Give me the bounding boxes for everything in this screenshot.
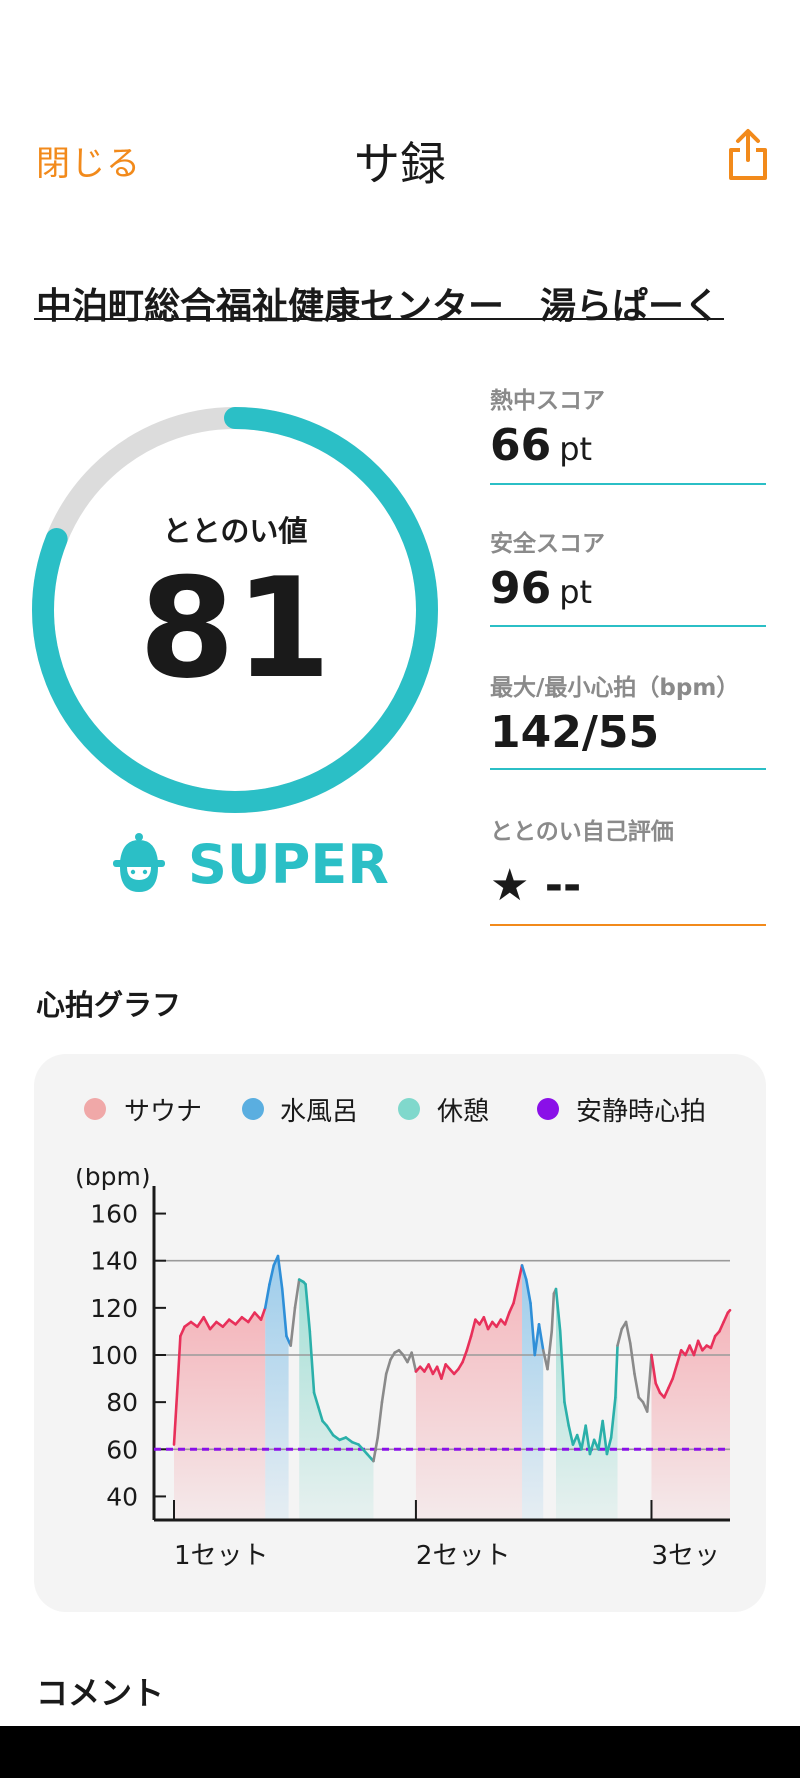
safety-score-number: 96 — [490, 563, 552, 614]
y-tick-label-160: 160 — [90, 1200, 138, 1229]
heat-score-divider — [490, 483, 766, 485]
hr-segment-22 — [289, 1306, 297, 1347]
sauna-hat-face-icon — [113, 833, 165, 892]
legend-cold-bath-label: 水風呂 — [280, 1097, 359, 1127]
page-title: サ録 — [354, 137, 446, 191]
hr-segment-99 — [616, 1327, 624, 1347]
legend-rest-dot — [398, 1098, 420, 1120]
facility-underline — [34, 318, 724, 320]
phase-band-cold — [522, 1265, 544, 1520]
share-icon[interactable] — [726, 128, 770, 182]
system-navigation-bar — [0, 1726, 800, 1778]
totonoi-label: ととのい値 — [162, 514, 308, 548]
comment-section-title: コメント — [36, 1674, 165, 1712]
totonoi-level-label: SUPER — [188, 833, 389, 896]
heart-rate-graph-title: 心拍グラフ — [36, 988, 182, 1022]
phase-band-rest — [299, 1279, 374, 1520]
heart-rate-chart: 40 60 80 100 120 140 160 (bpm) 1セット 2セット 3セッ — [75, 1168, 732, 1571]
x-tick-label-2: 3セッ — [651, 1541, 720, 1571]
heart-rate-label: 最大/最小心拍（bpm） — [490, 675, 740, 701]
self-rating-value[interactable]: ★ -- — [490, 860, 581, 911]
hr-segment-43 — [384, 1358, 392, 1376]
y-tick-label-100: 100 — [90, 1341, 138, 1370]
hr-segment-102 — [628, 1341, 636, 1376]
hr-segment-125 — [726, 1308, 732, 1314]
phase-band-sauna — [415, 1265, 523, 1520]
self-rating-label: ととのい自己評価 — [490, 819, 674, 845]
heat-score-value: 66 pt — [490, 420, 592, 471]
totonoi-value: 81 — [138, 548, 332, 709]
hr-segment-82 — [550, 1292, 556, 1333]
legend-resting-hr-dot — [537, 1098, 559, 1120]
legend-resting-hr-label: 安静時心拍 — [576, 1097, 707, 1127]
safety-score-label: 安全スコア — [490, 531, 605, 557]
hr-segment-106 — [645, 1353, 653, 1413]
heart-rate-divider — [490, 768, 766, 770]
y-axis-label: (bpm) — [75, 1168, 151, 1191]
phase-band-sauna — [651, 1310, 730, 1520]
heart-rate-value: 142/55 — [490, 707, 659, 758]
hr-segment-101 — [624, 1320, 632, 1345]
heat-score-unit: pt — [559, 430, 593, 468]
legend-sauna-dot — [84, 1098, 106, 1120]
safety-score-unit: pt — [559, 573, 593, 611]
hr-segment-41 — [376, 1400, 384, 1439]
hr-segment-23 — [293, 1278, 301, 1310]
y-tick-label-60: 60 — [106, 1435, 138, 1464]
x-tick-label-0: 1セット — [174, 1541, 269, 1571]
safety-score-value: 96 pt — [490, 563, 592, 614]
y-tick-label-80: 80 — [106, 1388, 138, 1417]
hr-segment-42 — [380, 1372, 388, 1404]
y-tick-label-120: 120 — [90, 1294, 138, 1323]
hr-segment-81 — [546, 1330, 554, 1371]
legend-cold-bath-dot — [242, 1098, 264, 1120]
heat-score-label: 熱中スコア — [490, 388, 605, 414]
phase-band-sauna — [174, 1307, 266, 1520]
x-tick-label-1: 2セット — [416, 1541, 511, 1571]
self-rating-divider — [490, 924, 766, 926]
heart-rate-number: 142/55 — [490, 707, 660, 758]
safety-score-divider — [490, 625, 766, 627]
self-rating-stars[interactable]: ★ -- — [490, 860, 581, 911]
facility-name[interactable]: 中泊町総合福祉健康センター 湯らぱーく — [36, 277, 720, 329]
hr-segment-103 — [633, 1372, 641, 1399]
y-tick-label-140: 140 — [90, 1247, 138, 1276]
legend-sauna-label: サウナ — [124, 1097, 203, 1127]
legend-rest-label: 休憩 — [437, 1097, 490, 1127]
heat-score-number: 66 — [490, 420, 552, 471]
y-tick-label-40: 40 — [106, 1482, 138, 1511]
